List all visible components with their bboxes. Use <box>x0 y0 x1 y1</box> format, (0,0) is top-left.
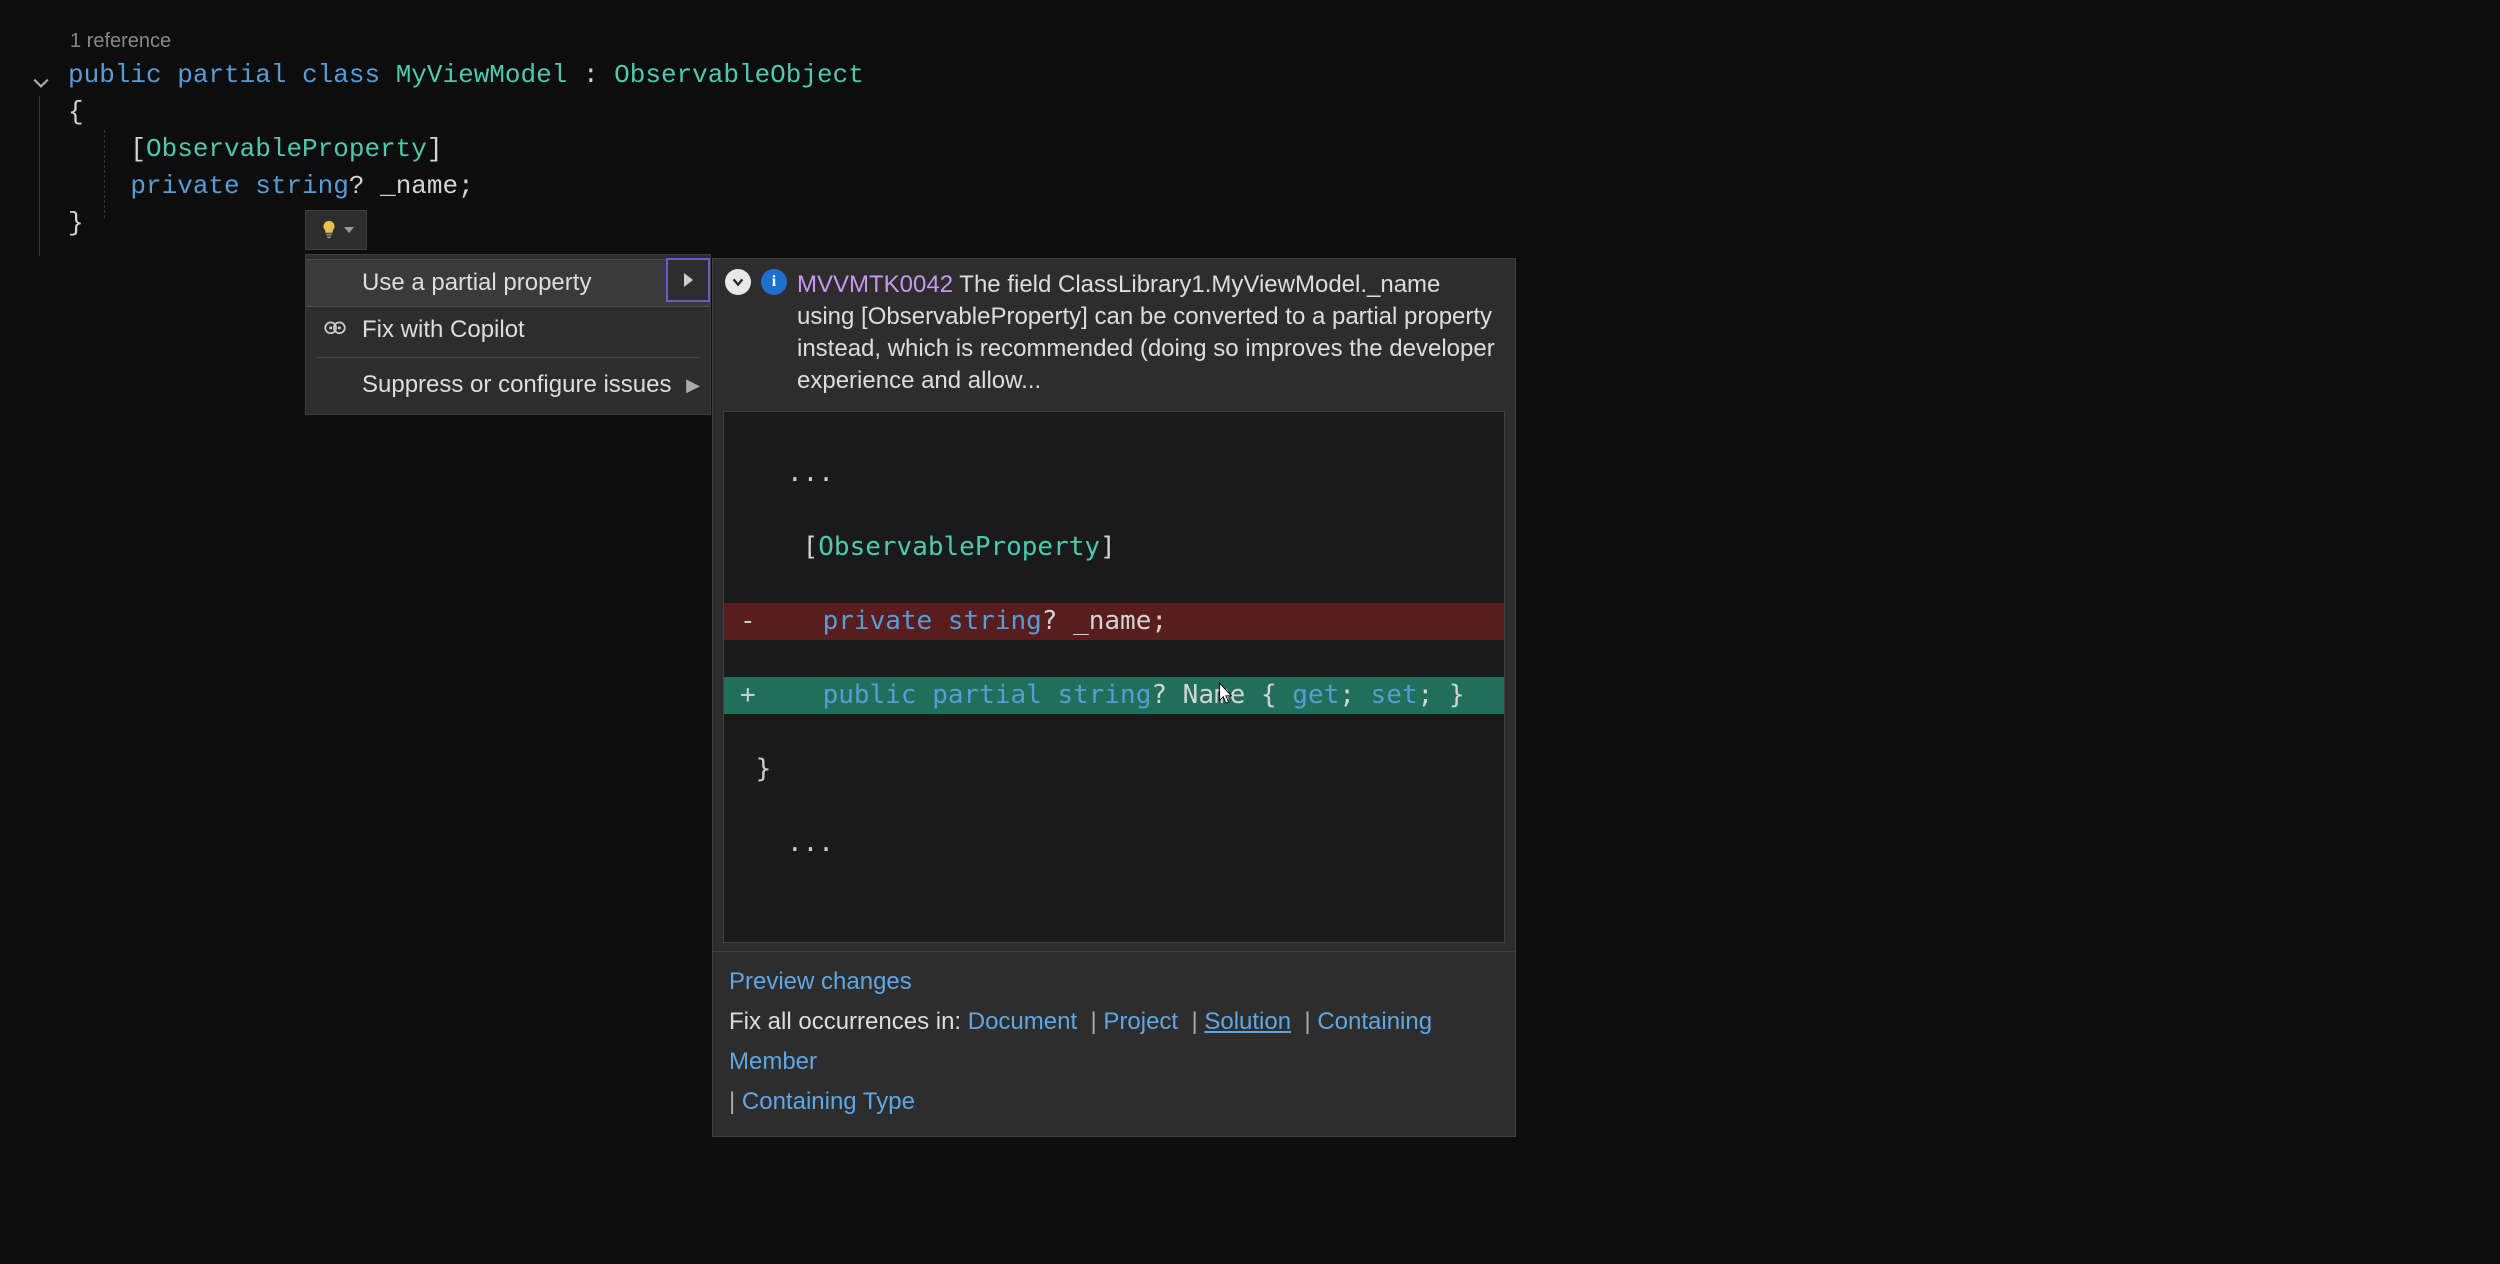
info-icon: i <box>761 269 787 295</box>
fix-project-link[interactable]: Project <box>1103 1008 1178 1035</box>
code-line-2[interactable]: { <box>68 94 864 131</box>
quick-actions-menu: Use a partial property Fix with Copilot … <box>305 254 711 415</box>
fix-document-link[interactable]: Document <box>968 1008 1077 1035</box>
menu-divider <box>316 357 700 358</box>
code-line-4[interactable]: private string? _name; <box>68 168 864 205</box>
blank-icon <box>320 268 350 298</box>
lightbulb-button[interactable] <box>305 210 367 250</box>
fold-guide <box>39 96 40 256</box>
code-line-3[interactable]: [ObservableProperty] <box>68 131 864 168</box>
codelens-reference[interactable]: 1 reference <box>70 30 864 53</box>
copilot-icon <box>320 315 350 345</box>
expand-preview-button[interactable] <box>666 258 710 302</box>
fix-all-label: Fix all occurrences in: <box>729 1008 961 1035</box>
diagnostic-text: MVVMTK0042 The field ClassLibrary1.MyVie… <box>797 269 1503 397</box>
action-label: Use a partial property <box>362 269 591 297</box>
fix-containing-type-link[interactable]: Containing Type <box>742 1088 915 1115</box>
lightbulb-icon <box>318 219 340 241</box>
diff-removed-line: - private string? _name; <box>724 603 1504 640</box>
cursor-pointer-icon <box>1216 682 1234 706</box>
chevron-down-circle-icon[interactable] <box>725 269 751 295</box>
action-suppress-configure[interactable]: Suppress or configure issues ▶ <box>306 362 710 408</box>
fix-solution-link[interactable]: Solution <box>1204 1008 1291 1035</box>
diff-context: ... <box>724 455 1504 492</box>
code-line-5[interactable]: } <box>68 205 864 242</box>
diff-context: [ObservableProperty] <box>724 529 1504 566</box>
diff-context: } <box>724 751 1504 788</box>
chevron-right-icon: ▶ <box>686 375 700 396</box>
blank-icon <box>320 370 350 400</box>
code-fix-preview-panel: i MVVMTK0042 The field ClassLibrary1.MyV… <box>712 258 1516 1137</box>
diff-added-line: + public partial string? Name { get; set… <box>724 677 1504 714</box>
diagnostic-code: MVVMTK0042 <box>797 271 953 298</box>
diagnostic-header: i MVVMTK0042 The field ClassLibrary1.MyV… <box>713 259 1515 403</box>
diff-context: ... <box>724 825 1504 862</box>
indent-guide <box>104 130 105 218</box>
action-label: Suppress or configure issues <box>362 371 672 399</box>
caret-down-icon <box>344 227 354 233</box>
preview-changes-link[interactable]: Preview changes <box>729 968 912 995</box>
code-line-1[interactable]: public partial class MyViewModel : Obser… <box>68 57 864 94</box>
action-fix-with-copilot[interactable]: Fix with Copilot <box>306 307 710 353</box>
fold-chevron-icon[interactable] <box>30 70 52 92</box>
triangle-right-icon <box>684 273 693 287</box>
action-use-partial-property[interactable]: Use a partial property <box>306 259 710 307</box>
action-label: Fix with Copilot <box>362 316 525 344</box>
preview-footer: Preview changes Fix all occurrences in: … <box>713 951 1515 1136</box>
diff-preview: ... [ObservableProperty] - private strin… <box>723 411 1505 943</box>
code-editor[interactable]: 1 reference public partial class MyViewM… <box>30 30 864 242</box>
